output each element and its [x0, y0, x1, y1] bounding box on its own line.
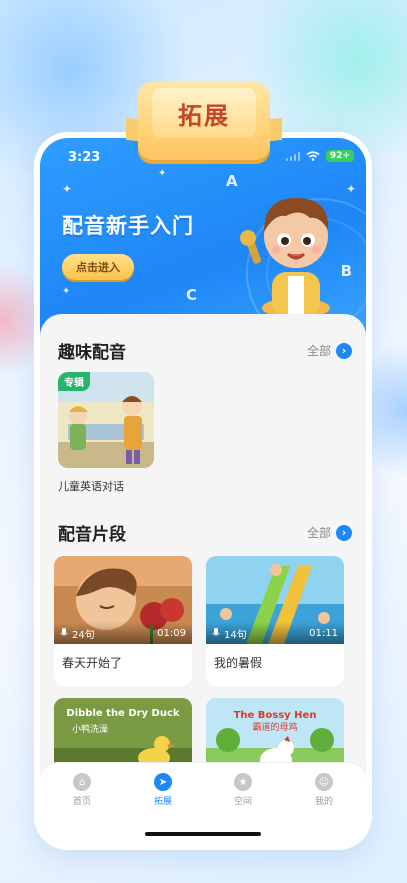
clips-title: 配音片段	[58, 525, 126, 545]
clip-duration: 01:11	[309, 627, 338, 639]
signal-icon	[285, 151, 300, 161]
clip-duration: 01:09	[157, 627, 186, 639]
app-screen: 3:23 92+ ✦ ✦ ✦ ✦ A B C 配音新手入门 点击进入 趣味配音 …	[40, 138, 366, 844]
decor-letter: C	[186, 286, 198, 304]
sparkle-icon: ✦	[158, 168, 167, 179]
hero-title: 配音新手入门	[62, 214, 194, 238]
section-badge: 拓展	[126, 82, 282, 162]
boy-mascot-illustration	[240, 198, 330, 318]
hero-banner[interactable]: 3:23 92+ ✦ ✦ ✦ ✦ A B C 配音新手入门 点击进入	[40, 138, 366, 348]
clip-title: 我的暑假	[214, 656, 263, 670]
sentence-count: 24句	[60, 626, 95, 641]
clip-title: 春天开始了	[62, 656, 123, 670]
more-label: 全部	[306, 526, 331, 540]
album-card[interactable]: 专辑	[58, 372, 154, 468]
sparkle-icon: ✦	[62, 286, 71, 297]
clip-card[interactable]: 24句 01:09 春天开始了	[54, 556, 192, 686]
clip-cover-subtext: 小鸭洗澡	[72, 723, 108, 735]
face-icon: ☺	[315, 773, 333, 791]
tab-label: 空间	[233, 797, 252, 807]
sentence-count-text: 14句	[224, 629, 247, 641]
tab-explore[interactable]: ➤ 拓展	[133, 773, 193, 807]
sentence-count: 14句	[212, 626, 247, 641]
sparkle-icon: ✦	[62, 182, 73, 196]
tab-label: 首页	[72, 797, 91, 807]
fun-dubbing-more[interactable]: 全部 ›	[307, 342, 352, 359]
battery-indicator: 92+	[325, 150, 354, 162]
tab-label: 拓展	[153, 797, 172, 807]
fun-dubbing-title: 趣味配音	[58, 343, 126, 363]
wifi-icon	[306, 151, 320, 161]
home-indicator	[145, 832, 261, 836]
status-time: 3:23	[68, 150, 101, 165]
star-icon: ★	[234, 773, 252, 791]
clip-cover-text: The Bossy Hen	[234, 710, 317, 721]
clip-cover-text: Dibble the Dry Duck	[66, 708, 179, 719]
tab-space[interactable]: ★ 空间	[213, 773, 273, 807]
chevron-right-icon: ›	[336, 524, 352, 541]
phone-frame: 3:23 92+ ✦ ✦ ✦ ✦ A B C 配音新手入门 点击进入 趣味配音 …	[34, 132, 372, 850]
clips-more[interactable]: 全部 ›	[307, 524, 352, 541]
compass-icon: ➤	[154, 773, 172, 791]
chevron-right-icon: ›	[336, 342, 352, 359]
tab-label: 我的	[314, 797, 333, 807]
tab-profile[interactable]: ☺ 我的	[294, 773, 354, 807]
home-icon: ⌂	[73, 773, 91, 791]
tab-bar: ⌂ 首页 ➤ 拓展 ★ 空间 ☺ 我的	[40, 762, 366, 844]
tab-home[interactable]: ⌂ 首页	[52, 773, 112, 807]
microphone-icon	[60, 628, 68, 636]
clip-card[interactable]: 14句 01:11 我的暑假	[206, 556, 344, 686]
clip-cover-subtext: 霸道的母鸡	[252, 721, 297, 733]
microphone-icon	[212, 628, 220, 636]
enter-button[interactable]: 点击进入	[62, 254, 134, 280]
sentence-count-text: 24句	[72, 629, 95, 641]
more-label: 全部	[306, 344, 331, 358]
album-title: 儿童英语对话	[58, 480, 124, 493]
album-tag: 专辑	[58, 372, 90, 391]
badge-text: 拓展	[178, 100, 230, 130]
